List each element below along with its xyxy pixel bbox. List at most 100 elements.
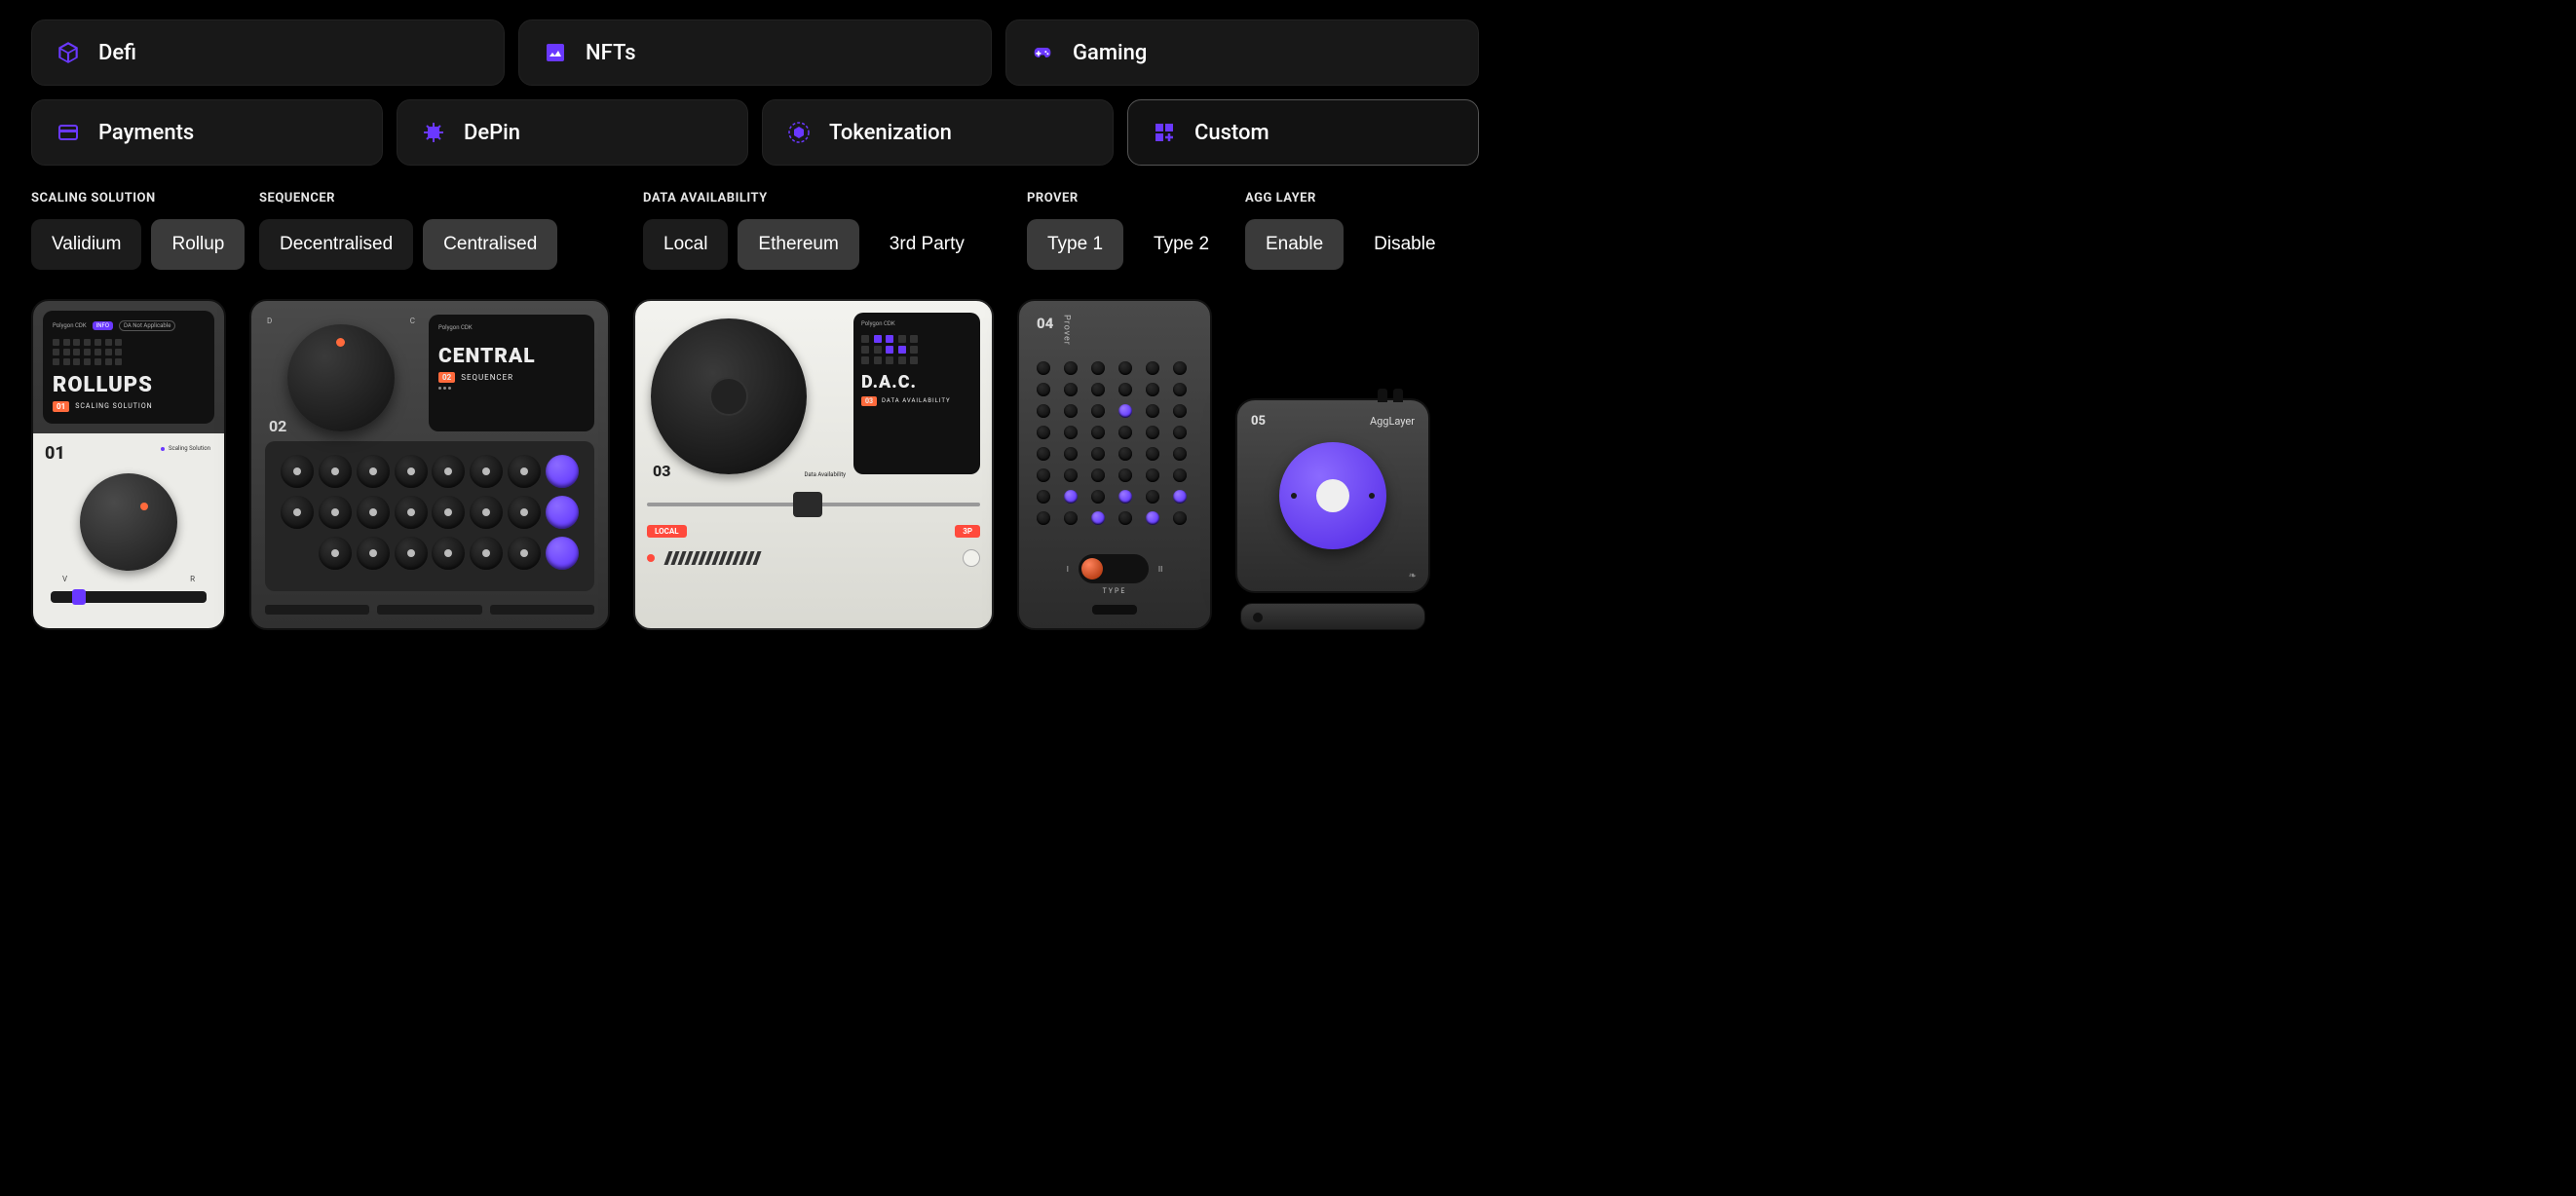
knob-icon: [80, 473, 177, 571]
knob-icon: [287, 324, 395, 431]
label-local: LOCAL: [647, 525, 687, 538]
category-label: Defi: [98, 41, 136, 65]
config-prover: PROVER Type 1 Type 2: [1027, 191, 1222, 270]
category-gaming[interactable]: Gaming: [1005, 19, 1479, 86]
led-grid-icon: [1037, 361, 1193, 554]
device-da-label: Data Availability: [804, 472, 846, 478]
slider-icon: [51, 591, 207, 603]
config-agg: AGG LAYER Enable Disable: [1245, 191, 1450, 270]
option-rollup[interactable]: Rollup: [151, 219, 245, 270]
device-brand: Polygon CDK: [53, 322, 87, 329]
device-screen: Polygon CDK INFO DA Not Applicable ROLLU…: [43, 311, 214, 424]
dot-grid-icon: [861, 335, 920, 364]
category-label: DePin: [464, 121, 520, 145]
config-title: DATA AVAILABILITY: [643, 191, 1004, 206]
config-da: DATA AVAILABILITY Local Ethereum 3rd Par…: [643, 191, 1004, 270]
option-ethereum[interactable]: Ethereum: [738, 219, 858, 270]
marker-i: I: [1067, 565, 1069, 574]
category-label: Gaming: [1073, 41, 1147, 65]
option-centralised[interactable]: Centralised: [423, 219, 557, 270]
config-sequencer: SEQUENCER Decentralised Centralised: [259, 191, 620, 270]
device-row: Polygon CDK INFO DA Not Applicable ROLLU…: [31, 299, 1479, 630]
option-disable[interactable]: Disable: [1353, 219, 1456, 270]
category-custom[interactable]: Custom: [1127, 99, 1479, 166]
pill-row: Enable Disable: [1245, 219, 1450, 270]
pill-row: Local Ethereum 3rd Party: [643, 219, 1004, 270]
port-icon: [1092, 605, 1137, 615]
device-prover: 04 Prover I II TYPE: [1017, 299, 1212, 630]
wheel-icon: [963, 549, 980, 567]
device-index: 03: [653, 462, 670, 480]
option-decentralised[interactable]: Decentralised: [259, 219, 413, 270]
device-index-badge: 01: [53, 401, 69, 412]
config-row: SCALING SOLUTION Validium Rollup SEQUENC…: [31, 191, 1479, 270]
marker-c: C: [410, 317, 415, 325]
knob-zone: D C 02: [265, 315, 417, 431]
device-tag: DA Not Applicable: [119, 320, 175, 331]
marker-d: D: [267, 317, 272, 325]
disc-icon: [651, 318, 807, 474]
fader-handle-icon: [793, 492, 822, 517]
marker-v: V: [62, 575, 67, 583]
pill-row: Validium Rollup: [31, 219, 236, 270]
gamepad-icon: [1030, 40, 1055, 65]
config-title: SCALING SOLUTION: [31, 191, 236, 206]
category-defi[interactable]: Defi: [31, 19, 505, 86]
category-label: NFTs: [586, 41, 636, 65]
fader-control: [647, 492, 980, 517]
leaf-icon: ❧: [1409, 571, 1417, 581]
pill-row: Decentralised Centralised: [259, 219, 620, 270]
category-label: Custom: [1194, 121, 1269, 145]
device-footer: [265, 605, 594, 615]
device-agglayer-wrap: 05 AggLayer ❧: [1235, 398, 1430, 630]
option-local[interactable]: Local: [643, 219, 728, 270]
switch-icon: [1079, 554, 1149, 583]
category-row-2: Payments DePin Tokenization Custom: [31, 99, 1479, 166]
device-index: 05: [1251, 414, 1266, 429]
device-data-availability: 03 Data Availability Polygon CDK D.A.C. …: [633, 299, 994, 630]
type-switch: I II: [1037, 554, 1193, 583]
marker-r: R: [190, 575, 195, 583]
option-type2[interactable]: Type 2: [1133, 219, 1230, 270]
option-type1[interactable]: Type 1: [1027, 219, 1123, 270]
config-title: SEQUENCER: [259, 191, 620, 206]
device-index: 02: [269, 417, 286, 435]
device-subtitle: DATA AVAILABILITY: [882, 398, 951, 404]
option-validium[interactable]: Validium: [31, 219, 141, 270]
device-subtitle: SCALING SOLUTION: [75, 403, 152, 410]
device-lower-panel: 01 Scaling Solution V R: [33, 433, 224, 628]
turntable-zone: 03 Data Availability: [647, 313, 844, 474]
option-enable[interactable]: Enable: [1245, 219, 1344, 270]
category-depin[interactable]: DePin: [397, 99, 748, 166]
device-dock-icon: [1240, 603, 1425, 630]
plugs-icon: [1378, 389, 1403, 402]
device-headline: CENTRAL: [438, 345, 585, 368]
cube-icon: [56, 40, 81, 65]
hexagon-icon: [786, 120, 812, 145]
dots-icon: [438, 387, 585, 390]
type-label: TYPE: [1037, 587, 1193, 595]
big-button-icon: [1279, 442, 1386, 549]
device-label: AggLayer: [1370, 415, 1415, 428]
config-scaling: SCALING SOLUTION Validium Rollup: [31, 191, 236, 270]
config-title: AGG LAYER: [1245, 191, 1450, 206]
grid-plus-icon: [1152, 120, 1177, 145]
category-tokenization[interactable]: Tokenization: [762, 99, 1114, 166]
device-panel-tag: Scaling Solution: [161, 445, 210, 452]
config-title: PROVER: [1027, 191, 1222, 206]
device-screen: Polygon CDK CENTRAL 02 SEQUENCER: [429, 315, 594, 431]
category-payments[interactable]: Payments: [31, 99, 383, 166]
device-brand: Polygon CDK: [438, 324, 585, 331]
device-footer: [647, 549, 980, 567]
device-scaling-solution: Polygon CDK INFO DA Not Applicable ROLLU…: [31, 299, 226, 630]
category-label: Tokenization: [829, 121, 952, 145]
device-screen: Polygon CDK D.A.C. 03 DATA AVAILABILITY: [853, 313, 980, 474]
device-tag: INFO: [93, 321, 113, 330]
device-agglayer: 05 AggLayer ❧: [1235, 398, 1430, 593]
option-3rdparty[interactable]: 3rd Party: [869, 219, 985, 270]
category-nfts[interactable]: NFTs: [518, 19, 992, 86]
button-grid: [265, 441, 594, 591]
device-label: Prover: [1061, 315, 1071, 346]
category-label: Payments: [98, 121, 194, 145]
label-3p: 3P: [955, 525, 980, 538]
